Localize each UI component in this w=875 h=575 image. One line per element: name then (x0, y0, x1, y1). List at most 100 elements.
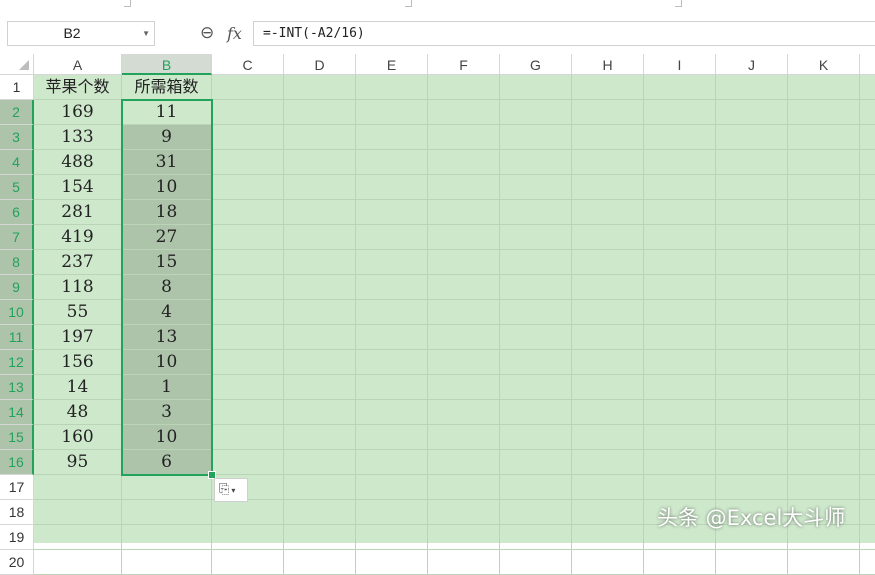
cell-g5[interactable] (500, 175, 572, 200)
cell-d16[interactable] (284, 450, 356, 475)
cell-h14[interactable] (572, 400, 644, 425)
cell-g6[interactable] (500, 200, 572, 225)
cell-overflow[interactable] (860, 100, 875, 125)
cell-k7[interactable] (788, 225, 860, 250)
column-header-i[interactable]: I (644, 54, 716, 75)
cell-j17[interactable] (716, 475, 788, 500)
spreadsheet-grid[interactable]: A B C D E F G H I J K 1 苹果个数 所需箱数 2 169 11 3 133 9 4 488 31 5 15… (0, 54, 875, 575)
cell-overflow[interactable] (860, 350, 875, 375)
cell-a9[interactable]: 118 (34, 275, 122, 300)
cell-h1[interactable] (572, 75, 644, 100)
cell-k16[interactable] (788, 450, 860, 475)
cell-i6[interactable] (644, 200, 716, 225)
cell-d9[interactable] (284, 275, 356, 300)
cell-c9[interactable] (212, 275, 284, 300)
cell-d12[interactable] (284, 350, 356, 375)
cell-h13[interactable] (572, 375, 644, 400)
cell-overflow[interactable] (860, 150, 875, 175)
cell-i5[interactable] (644, 175, 716, 200)
cell-j4[interactable] (716, 150, 788, 175)
cell-a19[interactable] (34, 525, 122, 550)
cell-d4[interactable] (284, 150, 356, 175)
cell-overflow[interactable] (860, 375, 875, 400)
cell-g4[interactable] (500, 150, 572, 175)
cell-h7[interactable] (572, 225, 644, 250)
cell-c11[interactable] (212, 325, 284, 350)
cell-k3[interactable] (788, 125, 860, 150)
cell-f7[interactable] (428, 225, 500, 250)
cell-e3[interactable] (356, 125, 428, 150)
cell-e8[interactable] (356, 250, 428, 275)
row-header-1[interactable]: 1 (0, 75, 34, 100)
column-header-b[interactable]: B (122, 54, 212, 75)
cell-g1[interactable] (500, 75, 572, 100)
cell-k11[interactable] (788, 325, 860, 350)
cell-f1[interactable] (428, 75, 500, 100)
row-header-9[interactable]: 9 (0, 275, 34, 300)
cell-g11[interactable] (500, 325, 572, 350)
cell-d15[interactable] (284, 425, 356, 450)
name-box[interactable]: B2 ▼ (7, 21, 155, 46)
cell-a11[interactable]: 197 (34, 325, 122, 350)
cell-d11[interactable] (284, 325, 356, 350)
cell-d14[interactable] (284, 400, 356, 425)
cell-f4[interactable] (428, 150, 500, 175)
cell-h2[interactable] (572, 100, 644, 125)
cell-a7[interactable]: 419 (34, 225, 122, 250)
cell-overflow[interactable] (860, 75, 875, 100)
cell-c14[interactable] (212, 400, 284, 425)
cell-k2[interactable] (788, 100, 860, 125)
cell-c8[interactable] (212, 250, 284, 275)
row-header-7[interactable]: 7 (0, 225, 34, 250)
cell-f15[interactable] (428, 425, 500, 450)
cell-i20[interactable] (644, 550, 716, 575)
cell-e19[interactable] (356, 525, 428, 550)
cell-j3[interactable] (716, 125, 788, 150)
row-header-14[interactable]: 14 (0, 400, 34, 425)
cell-f10[interactable] (428, 300, 500, 325)
cell-i3[interactable] (644, 125, 716, 150)
cell-c4[interactable] (212, 150, 284, 175)
cell-j15[interactable] (716, 425, 788, 450)
cell-g14[interactable] (500, 400, 572, 425)
cell-h6[interactable] (572, 200, 644, 225)
cell-b8[interactable]: 15 (122, 250, 212, 275)
cell-f5[interactable] (428, 175, 500, 200)
cell-b11[interactable]: 13 (122, 325, 212, 350)
cell-c10[interactable] (212, 300, 284, 325)
cell-j16[interactable] (716, 450, 788, 475)
cell-a8[interactable]: 237 (34, 250, 122, 275)
cell-e9[interactable] (356, 275, 428, 300)
cell-g16[interactable] (500, 450, 572, 475)
cell-overflow[interactable] (860, 450, 875, 475)
cell-h19[interactable] (572, 525, 644, 550)
row-header-2[interactable]: 2 (0, 100, 34, 125)
column-header-f[interactable]: F (428, 54, 500, 75)
caret-down-icon[interactable]: ▼ (142, 22, 150, 45)
cell-a17[interactable] (34, 475, 122, 500)
cell-b2[interactable]: 11 (122, 100, 212, 125)
cell-g12[interactable] (500, 350, 572, 375)
cell-d17[interactable] (284, 475, 356, 500)
cell-i13[interactable] (644, 375, 716, 400)
cell-e12[interactable] (356, 350, 428, 375)
cell-a13[interactable]: 14 (34, 375, 122, 400)
cell-c5[interactable] (212, 175, 284, 200)
cell-h10[interactable] (572, 300, 644, 325)
cell-a1[interactable]: 苹果个数 (34, 75, 122, 100)
row-header-18[interactable]: 18 (0, 500, 34, 525)
cell-c15[interactable] (212, 425, 284, 450)
cell-h3[interactable] (572, 125, 644, 150)
cell-h15[interactable] (572, 425, 644, 450)
row-header-6[interactable]: 6 (0, 200, 34, 225)
cell-overflow[interactable] (860, 225, 875, 250)
cell-e5[interactable] (356, 175, 428, 200)
cell-d20[interactable] (284, 550, 356, 575)
cell-c16[interactable] (212, 450, 284, 475)
row-header-10[interactable]: 10 (0, 300, 34, 325)
cell-i14[interactable] (644, 400, 716, 425)
cell-j11[interactable] (716, 325, 788, 350)
cell-e4[interactable] (356, 150, 428, 175)
cell-e7[interactable] (356, 225, 428, 250)
cell-h9[interactable] (572, 275, 644, 300)
